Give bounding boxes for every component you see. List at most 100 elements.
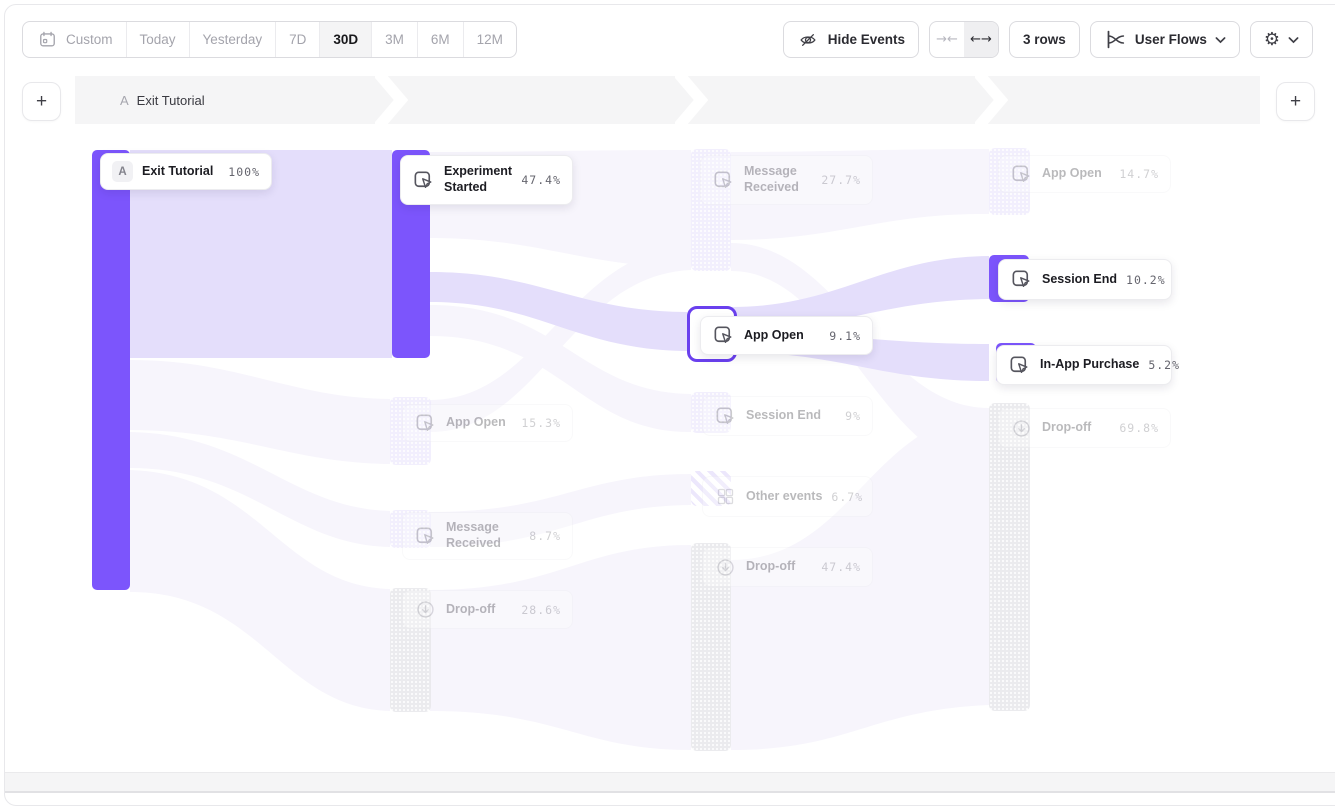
user-flows-icon xyxy=(1104,28,1127,51)
node-label: Message Received xyxy=(744,164,812,195)
node-label: Exit Tutorial xyxy=(142,164,213,180)
node-bar-exit-tutorial-1[interactable] xyxy=(92,150,130,590)
event-icon xyxy=(1008,354,1031,377)
node-label: Other events xyxy=(746,489,822,505)
node-bar-drop-off-4[interactable] xyxy=(989,403,1030,711)
expand-columns-button[interactable]: ←→ xyxy=(964,22,998,57)
node-card-session-end-4[interactable]: Session End 10.2% xyxy=(998,259,1172,300)
node-card-in-app-purchase-4[interactable]: In-App Purchase5.2% xyxy=(996,345,1172,385)
node-label: App Open xyxy=(1042,166,1102,182)
date-range-12m[interactable]: 12M xyxy=(464,22,516,57)
node-card-app-open-4[interactable]: App Open 14.7% xyxy=(998,155,1171,193)
date-range-label: 30D xyxy=(333,32,358,47)
node-percentage: 47.4% xyxy=(821,560,861,574)
hide-events-label: Hide Events xyxy=(828,32,905,47)
view-selector-button[interactable]: User Flows xyxy=(1090,21,1240,58)
node-percentage: 69.8% xyxy=(1119,421,1159,435)
date-range-label: Custom xyxy=(66,32,113,47)
node-label: App Open xyxy=(446,415,506,431)
event-icon xyxy=(712,324,735,347)
node-card-drop-off-3[interactable]: Drop-off 47.4% xyxy=(702,547,873,587)
node-percentage: 47.4% xyxy=(521,173,561,187)
node-label: Message Received xyxy=(446,520,520,551)
add-step-left-button[interactable]: + xyxy=(22,82,61,121)
node-card-message-received-2[interactable]: Message Received 8.7% xyxy=(402,512,573,560)
date-range-7d[interactable]: 7D xyxy=(276,22,320,57)
node-percentage: 6.7% xyxy=(831,490,863,504)
step-band[interactable]: A Exit Tutorial xyxy=(75,76,1260,124)
bottom-scroll-strip[interactable] xyxy=(5,772,1335,793)
date-range-label: 7D xyxy=(289,32,306,47)
band-chevron-icon xyxy=(975,76,1009,124)
node-percentage: 10.2% xyxy=(1126,273,1166,287)
node-card-app-open-2[interactable]: App Open 15.3% xyxy=(402,404,573,442)
date-range-today[interactable]: Today xyxy=(127,22,190,57)
step-badge-icon: A xyxy=(112,161,133,182)
node-percentage: 28.6% xyxy=(521,603,561,617)
date-range-30d[interactable]: 30D xyxy=(320,22,372,57)
flow-ribbon xyxy=(430,545,691,750)
gear-icon: ⚙ xyxy=(1264,31,1280,49)
node-label: Drop-off xyxy=(746,559,795,575)
collapse-columns-button[interactable]: →← xyxy=(930,22,964,57)
chevron-down-icon xyxy=(1288,36,1299,44)
flow-ribbon xyxy=(130,470,390,711)
add-step-right-button[interactable]: + xyxy=(1276,82,1315,121)
date-range-label: 12M xyxy=(477,32,503,47)
node-label: App Open xyxy=(744,328,804,344)
node-label: In-App Purchase xyxy=(1040,357,1139,373)
node-percentage: 8.7% xyxy=(529,529,561,543)
view-selector-label: User Flows xyxy=(1135,32,1207,47)
date-range-3m[interactable]: 3M xyxy=(372,22,418,57)
node-card-app-open-3[interactable]: App Open 9.1% xyxy=(700,316,873,355)
date-range-custom[interactable]: Custom xyxy=(23,22,127,57)
node-card-message-received-3[interactable]: Message Received27.7% xyxy=(700,155,873,205)
node-label: Drop-off xyxy=(446,602,495,618)
date-range-label: 3M xyxy=(385,32,404,47)
step-label: Exit Tutorial xyxy=(137,93,205,108)
node-card-other-events-3[interactable]: Other events 6.7% xyxy=(702,476,873,517)
toolbar-right: Hide Events →← ←→ 3 rows User Flows ⚙ xyxy=(783,21,1313,58)
date-range-group: Custom Today Yesterday 7D 30D 3M 6M 12M xyxy=(22,21,517,58)
event-icon xyxy=(414,525,437,548)
event-icon xyxy=(714,405,737,428)
date-range-label: Yesterday xyxy=(203,32,263,47)
band-chevron-icon xyxy=(375,76,409,124)
chevron-down-icon xyxy=(1215,36,1226,44)
step-label-group: A Exit Tutorial xyxy=(75,93,205,108)
eye-off-icon xyxy=(797,28,820,51)
toolbar: Custom Today Yesterday 7D 30D 3M 6M 12M Hide Ev… xyxy=(22,21,1313,58)
rows-button[interactable]: 3 rows xyxy=(1009,21,1080,58)
node-percentage: 14.7% xyxy=(1119,167,1159,181)
date-range-yesterday[interactable]: Yesterday xyxy=(190,22,277,57)
node-percentage: 5.2% xyxy=(1148,358,1180,372)
hide-events-button[interactable]: Hide Events xyxy=(783,21,919,58)
node-card-drop-off-4[interactable]: Drop-off 69.8% xyxy=(998,408,1171,448)
node-percentage: 9% xyxy=(845,409,861,423)
node-card-session-end-3[interactable]: Session End9% xyxy=(702,396,873,436)
event-icon xyxy=(712,169,735,192)
rows-label: 3 rows xyxy=(1023,32,1066,47)
node-card-drop-off-2[interactable]: Drop-off 28.6% xyxy=(402,590,573,629)
event-icon xyxy=(1010,163,1033,186)
date-range-label: 6M xyxy=(431,32,450,47)
node-label: Experiment Started xyxy=(444,164,512,195)
node-label: Session End xyxy=(1042,272,1117,288)
event-icon xyxy=(414,412,437,435)
date-range-6m[interactable]: 6M xyxy=(418,22,464,57)
flow-ribbon xyxy=(430,272,687,351)
node-percentage: 9.1% xyxy=(829,329,861,343)
event-icon xyxy=(412,169,435,192)
node-card-exit-tutorial-1[interactable]: A Exit Tutorial 100% xyxy=(100,153,272,190)
node-label: Drop-off xyxy=(1042,420,1091,436)
drop-off-icon xyxy=(714,556,737,579)
date-range-label: Today xyxy=(140,32,176,47)
date-range-area: Custom Today Yesterday 7D 30D 3M 6M 12M xyxy=(22,21,517,58)
settings-button[interactable]: ⚙ xyxy=(1250,21,1313,58)
node-card-experiment-started-2[interactable]: Experiment Started 47.4% xyxy=(400,155,573,205)
node-percentage: 100% xyxy=(228,165,260,179)
other-events-icon xyxy=(714,485,737,508)
node-percentage: 15.3% xyxy=(521,416,561,430)
flow-ribbon xyxy=(130,432,390,547)
calendar-icon xyxy=(36,28,59,51)
